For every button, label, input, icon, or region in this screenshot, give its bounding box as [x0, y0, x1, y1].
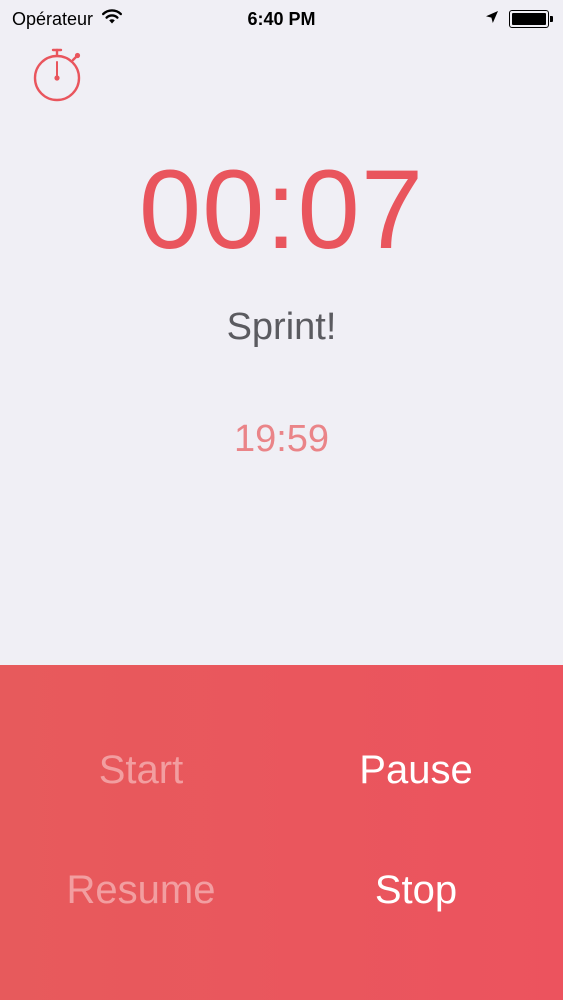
location-arrow-icon	[485, 10, 499, 29]
stop-button[interactable]: Stop	[275, 830, 557, 950]
resume-button[interactable]: Resume	[0, 830, 282, 950]
status-bar: Opérateur 6:40 PM	[0, 0, 563, 38]
stopwatch-icon[interactable]	[32, 46, 86, 104]
remaining-time: 19:59	[233, 418, 330, 460]
phase-label: Sprint!	[226, 306, 337, 348]
status-left: Opérateur	[12, 8, 123, 30]
wifi-icon	[101, 8, 123, 30]
battery-fill	[512, 13, 546, 25]
battery-icon	[509, 10, 553, 28]
pause-button[interactable]: Pause	[275, 710, 557, 830]
start-button[interactable]: Start	[0, 710, 282, 830]
carrier-label: Opérateur	[12, 8, 94, 29]
elapsed-time: 00:07	[138, 147, 425, 272]
control-panel: Start Pause Resume Stop	[0, 665, 563, 1000]
status-right	[485, 10, 553, 29]
